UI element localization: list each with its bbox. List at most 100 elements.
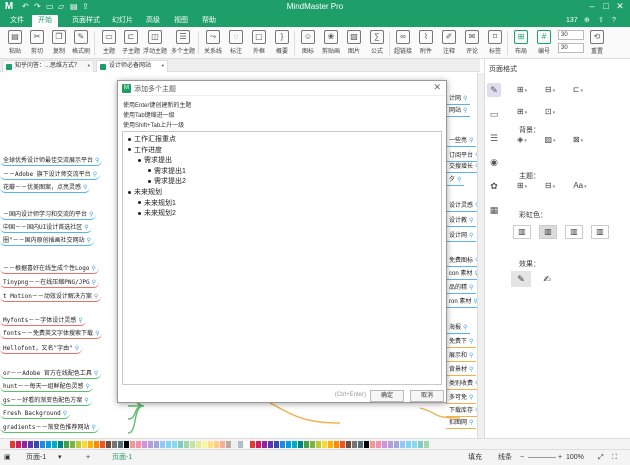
topic-node[interactable]: 免费图标⚲ [446, 256, 477, 267]
color-swatch[interactable] [424, 441, 429, 448]
close-icon[interactable]: ✕ [614, 1, 626, 12]
color-swatch[interactable] [298, 441, 303, 448]
topic-node[interactable]: 下载库存⚲ [446, 406, 477, 417]
topic-node[interactable]: Myfonts－－字体设计灵感 ⚲ [0, 315, 86, 326]
zoom-out-icon[interactable]: − [520, 453, 524, 463]
topic-node[interactable]: 海报 ⚲ [446, 323, 471, 334]
color-swatch[interactable] [64, 441, 69, 448]
hyperlink-icon[interactable]: ⚲ [83, 184, 87, 191]
color-swatch[interactable] [94, 441, 99, 448]
cancel-button[interactable]: 取消 [410, 390, 444, 402]
color-swatch[interactable] [322, 441, 327, 448]
topic-node[interactable]: 一些亮 ⚲ [446, 136, 477, 147]
topic-node[interactable]: 背景材 ⚲ [446, 365, 477, 376]
theme-font-dropdown[interactable]: Aa▾ [567, 179, 593, 193]
color-swatch[interactable] [394, 441, 399, 448]
color-swatch[interactable] [232, 441, 237, 448]
menu-home[interactable]: 开始 [32, 15, 58, 27]
color-swatch[interactable] [202, 441, 207, 448]
color-swatch[interactable] [412, 441, 417, 448]
topic-node[interactable]: 设计网 ⚲ [446, 231, 477, 242]
color-swatch[interactable] [400, 441, 405, 448]
numbering-button[interactable]: # 编号 [533, 29, 555, 57]
color-swatch[interactable] [40, 441, 45, 448]
color-swatch[interactable] [106, 441, 111, 448]
color-swatch[interactable] [190, 441, 195, 448]
zoom-slider[interactable] [528, 457, 556, 458]
topic-node[interactable]: 品的精 ⚲ [446, 283, 477, 294]
topic-node[interactable]: fonts－－免费英文字体搜索下载 ⚲ [0, 328, 103, 339]
color-swatch[interactable] [262, 441, 267, 448]
rainbow-option-1[interactable]: ▥ [513, 225, 531, 239]
color-swatch[interactable] [148, 441, 153, 448]
color-swatch[interactable] [208, 441, 213, 448]
color-swatch[interactable] [244, 441, 249, 448]
vertical-scrollbar[interactable] [477, 73, 484, 438]
hyperlink-icon[interactable]: ⚲ [94, 293, 98, 300]
effect-handdrawn-button[interactable]: ✍ [537, 271, 557, 287]
color-swatch[interactable] [340, 441, 345, 448]
subtopic-button[interactable]: ⊏ 子主题 [120, 29, 142, 57]
topic-node[interactable]: 花瓣－－优美图案，点亮灵感 ⚲ [0, 182, 91, 193]
color-swatch[interactable] [268, 441, 273, 448]
color-swatch[interactable] [10, 441, 15, 448]
theme-dropdown[interactable]: ⊞▾ [511, 179, 533, 193]
style-icon[interactable]: ▭ [487, 107, 501, 121]
topic-node[interactable]: －－Adobe 旗下设计师交流平台 ⚲ [0, 169, 101, 180]
color-swatch[interactable] [310, 441, 315, 448]
topic-node[interactable]: or－－Adobe 官方在线配色工具 ⚲ [0, 368, 102, 379]
hyperlink-icon[interactable]: ⚲ [85, 383, 89, 390]
format-painter-button[interactable]: ✎ 格式刷 [70, 29, 92, 57]
bg-image-dropdown[interactable]: ▨▾ [539, 133, 561, 147]
dialog-close-icon[interactable]: ✕ [433, 82, 441, 93]
color-swatch[interactable] [352, 441, 357, 448]
topic-node[interactable]: gradients－－渐变色推荐网站 ⚲ [0, 422, 99, 433]
color-swatch[interactable] [82, 441, 87, 448]
bg-fill-dropdown[interactable]: ◈▾ [511, 133, 533, 147]
topic-node[interactable]: Fresh Background ⚲ [0, 408, 71, 419]
arrange-dropdown[interactable]: ⊡▾ [539, 105, 561, 119]
topic-node[interactable]: 免费下 ⚲ [446, 337, 477, 348]
menu-advanced[interactable]: 高级 [140, 15, 166, 27]
color-swatch[interactable] [160, 441, 165, 448]
color-swatch[interactable] [418, 441, 423, 448]
color-swatch[interactable] [358, 441, 363, 448]
topic-node[interactable]: 订阅平台⚲ [446, 151, 477, 162]
color-swatch[interactable] [316, 441, 321, 448]
tab-close-icon[interactable]: • [162, 61, 164, 72]
hyperlink-icon[interactable]: ⚲ [95, 330, 99, 337]
zoom-in-icon[interactable]: + [558, 453, 562, 463]
multiple-topics-button[interactable]: ☰ 多个主题 [171, 29, 195, 57]
topic-node[interactable]: 全球优秀设计师最佳交流展示平台 ⚲ [0, 155, 103, 166]
color-swatch[interactable] [388, 441, 393, 448]
maximize-icon[interactable]: □ [600, 1, 612, 11]
color-swatch[interactable] [136, 441, 141, 448]
spacing-h-input[interactable]: 30 [558, 30, 584, 40]
color-swatch[interactable] [100, 441, 105, 448]
hyperlink-icon[interactable]: ⚲ [95, 157, 99, 164]
color-swatch[interactable] [346, 441, 351, 448]
color-swatch[interactable] [28, 441, 33, 448]
tag-button[interactable]: ⌑ 标签 [484, 29, 506, 57]
topic-node[interactable]: t Motion－－动效设计解决方案 ⚲ [0, 291, 102, 302]
reset-button[interactable]: ⟲ 重置 [586, 29, 608, 57]
color-swatch[interactable] [58, 441, 63, 448]
hyperlink-icon[interactable]: ⚲ [84, 224, 88, 231]
theme-color-dropdown[interactable]: ⊟▾ [539, 179, 561, 193]
topic-node[interactable]: 设计教 ⚲ [446, 216, 477, 227]
floating-topic-button[interactable]: ◫ 浮动主题 [143, 29, 167, 57]
outline-icon[interactable]: ☰ [487, 131, 501, 145]
hyperlink-icon[interactable]: ⚲ [469, 218, 473, 224]
hyperlink-icon[interactable]: ⚲ [469, 339, 473, 345]
hyperlink-icon[interactable]: ⚲ [91, 265, 95, 272]
hyperlink-icon[interactable]: ⚲ [469, 395, 473, 401]
hyperlink-icon[interactable]: ⚲ [89, 211, 93, 218]
topic-node[interactable]: 圈"－－国内原创插画社交网站 ⚲ [0, 235, 95, 246]
topic-node[interactable]: ron 素材 ⚲ [446, 297, 477, 308]
topic-node[interactable]: Hellofont，又名"字由" ⚲ [0, 343, 83, 354]
ok-button[interactable]: 确定 [370, 390, 404, 402]
color-swatch[interactable] [52, 441, 57, 448]
color-swatch[interactable] [154, 441, 159, 448]
hyperlink-icon[interactable]: ⚲ [92, 424, 96, 431]
topics-textarea[interactable]: 工作汇报重点 工作进度 需求提出 需求提出1 需求提出2 未来规划 未来规划1 未来规划2 [122, 131, 442, 385]
